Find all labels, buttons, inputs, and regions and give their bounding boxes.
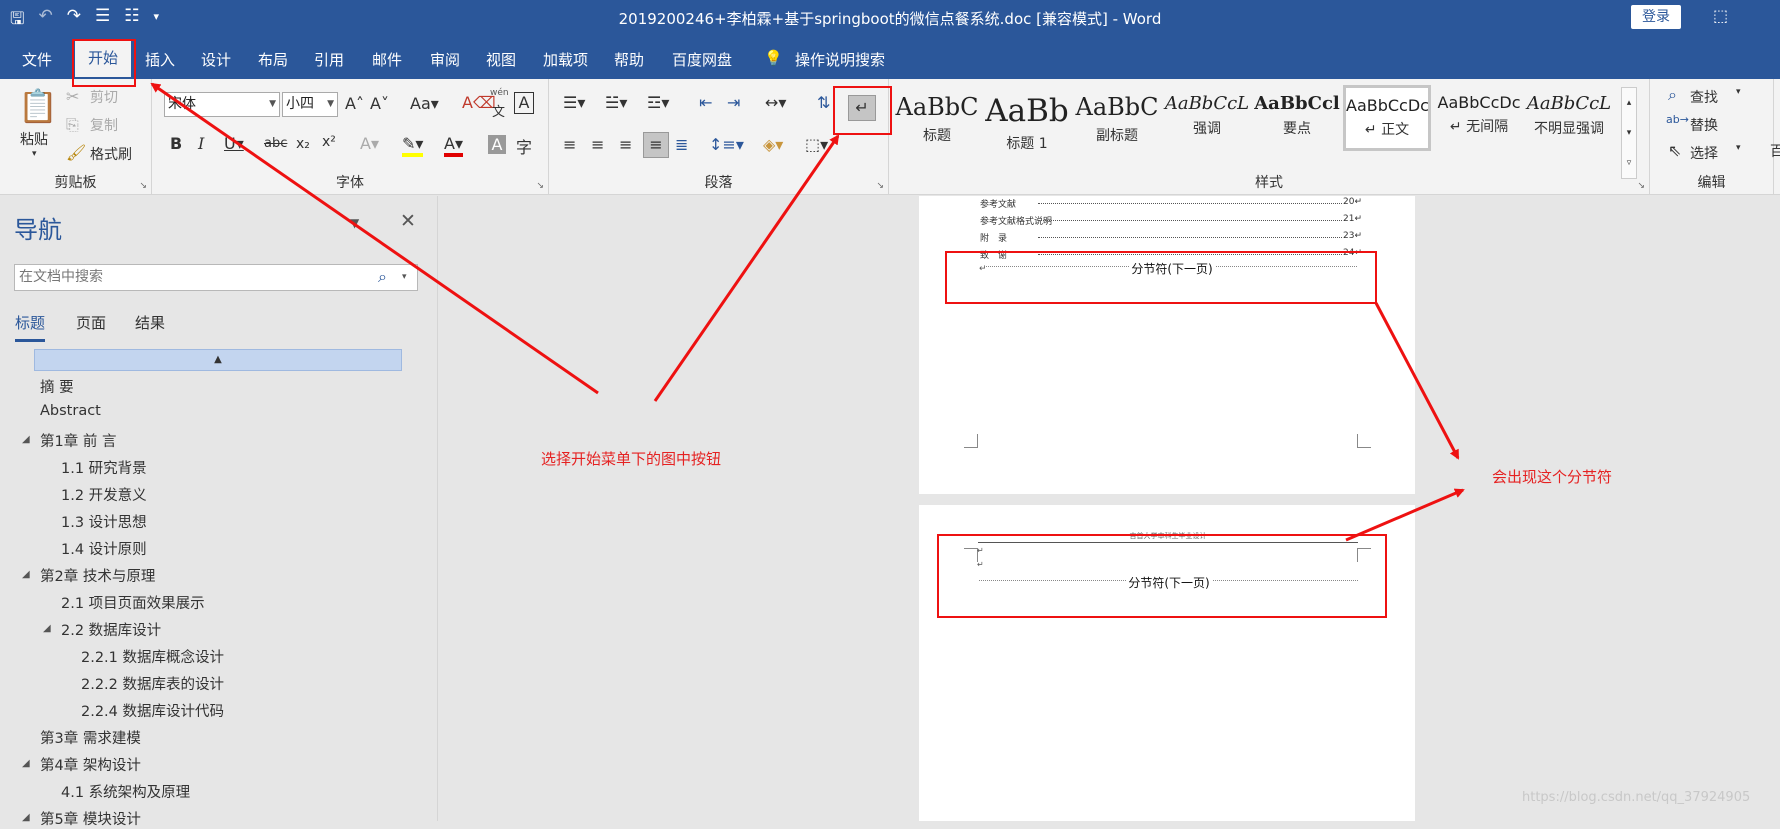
- arrow-to-home-tab: [150, 82, 599, 395]
- watermark: https://blog.csdn.net/qq_37924905: [1522, 790, 1751, 805]
- arrow-to-formatting-button: [653, 134, 840, 402]
- arrow-from-section-break-1: [1374, 302, 1460, 460]
- annotation-result: 会出现这个分节符: [1492, 468, 1613, 486]
- arrow-from-section-break-2: [1345, 488, 1465, 542]
- annotation-step: 选择开始菜单下的图中按钮: [541, 450, 722, 468]
- annotation-arrows: [150, 82, 1465, 542]
